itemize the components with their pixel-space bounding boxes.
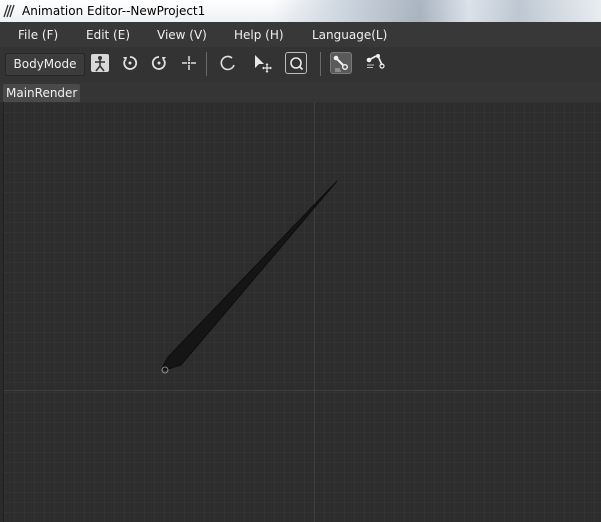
toolbar: BodyMode [0, 47, 601, 82]
app-icon [3, 4, 15, 18]
bone-edit-icon[interactable] [330, 52, 352, 74]
render-viewport[interactable] [3, 102, 601, 522]
toolbar-separator [206, 52, 207, 76]
bone-link-icon[interactable] [364, 52, 386, 74]
skeleton-icon[interactable] [89, 52, 111, 74]
bone-layer [161, 180, 338, 374]
mode-select[interactable]: BodyMode [5, 53, 85, 76]
menu-view[interactable]: View (V) [157, 28, 207, 42]
window-titlebar[interactable]: Animation Editor--NewProject1 [0, 0, 601, 22]
menu-language[interactable]: Language(L) [312, 28, 387, 42]
zoom-icon[interactable] [285, 52, 307, 74]
toolbar-separator [320, 52, 321, 76]
rotate-icon[interactable] [217, 52, 239, 74]
bone-shape[interactable] [161, 180, 338, 371]
tab-main-render[interactable]: MainRender [3, 84, 81, 102]
rotate-left-icon[interactable] [119, 52, 141, 74]
titlebar-background [271, 0, 601, 22]
menu-bar: File (F) Edit (E) View (V) Help (H) Lang… [0, 22, 601, 47]
select-move-icon[interactable] [251, 52, 273, 74]
menu-help[interactable]: Help (H) [234, 28, 284, 42]
rotate-right-icon[interactable] [148, 52, 170, 74]
move-cross-icon[interactable] [178, 52, 200, 74]
menu-file[interactable]: File (F) [18, 28, 58, 42]
window-title: Animation Editor--NewProject1 [22, 4, 206, 18]
menu-edit[interactable]: Edit (E) [86, 28, 130, 42]
tab-bar: MainRender [0, 82, 601, 102]
